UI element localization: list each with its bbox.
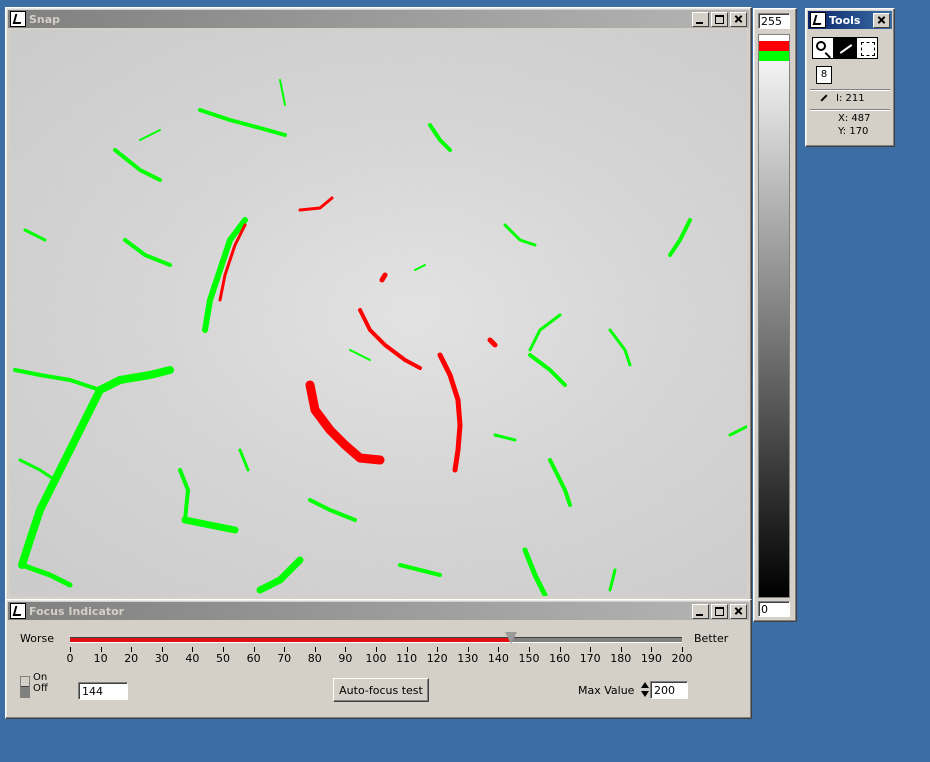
- tool-size-button[interactable]: 8: [816, 66, 832, 84]
- max-value-label: Max Value: [578, 684, 635, 697]
- scale-tick-label: 170: [579, 652, 601, 665]
- scale-tick-label: 100: [365, 652, 387, 665]
- scale-tick-label: 50: [216, 652, 230, 665]
- scale-tick-label: 190: [640, 652, 662, 665]
- scale-tick-label: 180: [610, 652, 632, 665]
- snap-titlebar[interactable]: Snap: [8, 10, 749, 28]
- intensity-min-field[interactable]: 0: [758, 601, 790, 617]
- marquee-select-icon: [861, 42, 875, 56]
- divider: [810, 89, 890, 91]
- maximize-button[interactable]: [711, 11, 728, 27]
- intensity-max-field[interactable]: 255: [758, 13, 790, 29]
- focus-titlebar[interactable]: Focus Indicator: [8, 602, 749, 620]
- microscope-app-icon: [10, 603, 26, 619]
- scale-tick-label: 10: [93, 652, 108, 665]
- focus-indicator-window: Focus Indicator Worse Better 0 10 20 30 40 50…: [5, 599, 752, 719]
- x-coordinate-readout: X: 487: [838, 113, 871, 124]
- eyedropper-icon: [818, 94, 830, 105]
- microscope-app-icon: [10, 11, 26, 27]
- scale-tick-label: 90: [338, 652, 353, 665]
- microscope-app-icon: [810, 12, 826, 28]
- focus-slider-fill: [70, 638, 511, 642]
- scale-tick-label: 40: [185, 652, 200, 665]
- on-label: On: [33, 672, 48, 683]
- scale-tick-label: 130: [457, 652, 479, 665]
- snap-window: Snap: [5, 7, 752, 601]
- y-coordinate-readout: Y: 170: [838, 126, 869, 137]
- close-button[interactable]: [730, 11, 747, 27]
- scale-tick-label: 120: [426, 652, 448, 665]
- close-button[interactable]: [873, 12, 890, 28]
- divider: [810, 109, 890, 111]
- on-off-toggle[interactable]: [20, 676, 30, 698]
- scale-tick-label: 140: [487, 652, 509, 665]
- tools-title: Tools: [829, 13, 861, 27]
- threshold-green-marker[interactable]: [759, 51, 789, 61]
- scale-tick-label: 80: [307, 652, 322, 665]
- wand-tool-button[interactable]: [834, 37, 856, 59]
- zoom-tool-button[interactable]: [812, 37, 834, 59]
- intensity-readout: I: 211: [836, 93, 865, 104]
- intensity-scale-panel: 255 0: [753, 8, 797, 622]
- threshold-red-marker[interactable]: [759, 41, 789, 51]
- select-tool-button[interactable]: [856, 37, 878, 59]
- minimize-button[interactable]: [692, 603, 709, 619]
- crack-overlay: [10, 30, 747, 596]
- scale-tick-label: 60: [246, 652, 261, 665]
- magic-wand-icon: [839, 44, 853, 54]
- autofocus-test-button[interactable]: Auto-focus test: [333, 678, 429, 702]
- scale-tick-label: 110: [396, 652, 418, 665]
- scale-tick-label: 30: [154, 652, 169, 665]
- scale-tick-label: 20: [124, 652, 139, 665]
- scale-tick-label: 160: [549, 652, 571, 665]
- close-button[interactable]: [730, 603, 747, 619]
- magnifier-icon: [816, 41, 826, 51]
- scale-tick-label: 150: [518, 652, 540, 665]
- focus-slider-track[interactable]: [70, 632, 682, 644]
- intensity-gradient: [758, 34, 790, 598]
- better-label: Better: [694, 632, 729, 645]
- scale-tick-label: 0: [66, 652, 74, 665]
- tools-window: Tools 8 I: 211 X: 487 Y: 170: [805, 8, 895, 147]
- tools-titlebar[interactable]: Tools: [808, 11, 892, 29]
- maximize-button[interactable]: [711, 603, 728, 619]
- scale-tick-label: 200: [671, 652, 693, 665]
- max-value-spinner[interactable]: [640, 681, 650, 699]
- focus-value-field[interactable]: 144: [78, 682, 128, 700]
- snap-title: Snap: [29, 12, 61, 26]
- microscope-image[interactable]: [10, 30, 747, 596]
- focus-slider-thumb[interactable]: [504, 632, 517, 644]
- scale-tick-label: 70: [277, 652, 292, 665]
- worse-label: Worse: [20, 632, 54, 645]
- minimize-button[interactable]: [692, 11, 709, 27]
- off-label: Off: [33, 683, 48, 694]
- max-value-field[interactable]: 200: [650, 681, 688, 699]
- focus-title: Focus Indicator: [29, 604, 125, 618]
